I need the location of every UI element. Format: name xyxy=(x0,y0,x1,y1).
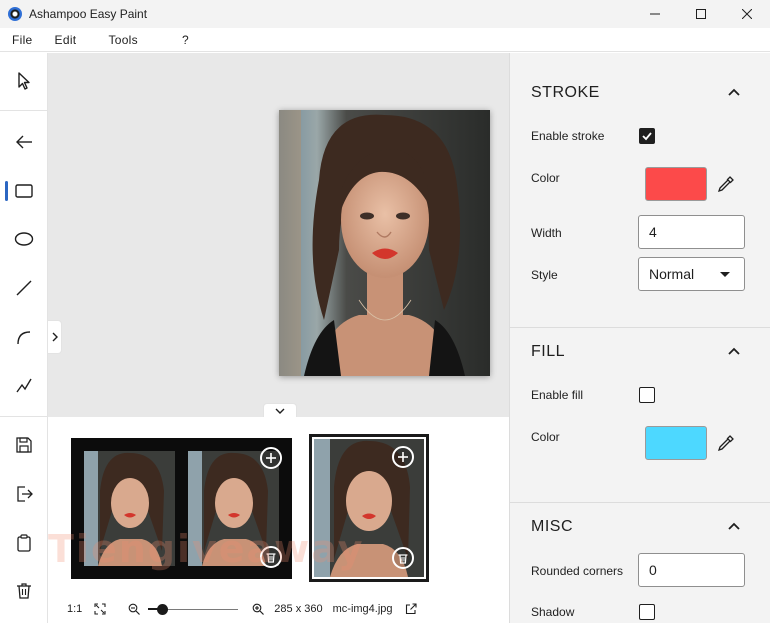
save-tool[interactable] xyxy=(0,425,47,465)
export-icon xyxy=(16,486,33,502)
enable-stroke-label: Enable stroke xyxy=(531,129,605,143)
chevron-up-icon[interactable] xyxy=(727,520,741,534)
zoom-in-button[interactable] xyxy=(252,603,265,615)
fill-section-title: FILL xyxy=(531,343,566,360)
open-external-button[interactable] xyxy=(405,603,417,615)
zoom-slider[interactable] xyxy=(148,603,239,615)
close-button[interactable] xyxy=(724,0,770,28)
title-bar: Ashampoo Easy Paint xyxy=(0,0,770,28)
fit-screen-icon xyxy=(94,603,106,615)
arrow-left-icon xyxy=(15,135,32,149)
drawing-canvas[interactable] xyxy=(48,53,509,417)
clipboard-tool[interactable] xyxy=(0,523,47,563)
chevron-up-icon[interactable] xyxy=(727,345,741,359)
menu-bar: File Edit Tools ? xyxy=(0,28,770,52)
actual-size-button[interactable]: 1:1 xyxy=(67,603,82,615)
rectangle-icon xyxy=(14,184,33,198)
collapse-thumbnails-button[interactable] xyxy=(263,403,297,417)
maximize-button[interactable] xyxy=(678,0,724,28)
enable-fill-label: Enable fill xyxy=(531,388,584,402)
enable-stroke-checkbox[interactable] xyxy=(639,128,655,144)
stroke-width-input[interactable]: 4 xyxy=(638,215,745,249)
status-bar: 1:1 285 x 360 mc-img4.jpg xyxy=(48,595,509,623)
freehand-tool[interactable] xyxy=(0,365,47,405)
window-title: Ashampoo Easy Paint xyxy=(29,7,148,21)
minimize-icon xyxy=(650,13,660,15)
trash-icon xyxy=(398,554,408,564)
curve-icon xyxy=(16,331,30,345)
zoom-slider-thumb[interactable] xyxy=(156,604,168,615)
window-controls xyxy=(632,0,770,28)
menu-edit[interactable]: Edit xyxy=(43,28,87,52)
ellipse-icon xyxy=(14,232,33,246)
section-divider xyxy=(510,327,770,328)
external-link-icon xyxy=(405,603,417,615)
menu-tools[interactable]: Tools xyxy=(86,28,148,52)
arrow-tool[interactable] xyxy=(0,122,47,162)
app-logo-icon xyxy=(8,7,22,21)
image-dimensions: 285 x 360 xyxy=(274,603,323,615)
save-icon xyxy=(15,437,32,453)
thumbnail-add-button[interactable] xyxy=(260,447,282,469)
properties-panel: STROKE Enable stroke Color Width 4 Style… xyxy=(509,53,770,623)
stroke-section-title: STROKE xyxy=(531,84,600,101)
eyedropper-icon[interactable] xyxy=(717,175,735,193)
shadow-label: Shadow xyxy=(531,605,575,619)
fit-to-window-button[interactable] xyxy=(94,603,106,615)
stroke-style-label: Style xyxy=(531,268,558,282)
trash-icon xyxy=(16,583,31,599)
rectangle-tool[interactable] xyxy=(0,171,47,211)
tool-sidebar xyxy=(0,53,48,623)
enable-fill-checkbox[interactable] xyxy=(639,387,655,403)
plus-icon xyxy=(398,452,408,462)
fill-color-label: Color xyxy=(531,430,560,444)
expand-toolbar-button[interactable] xyxy=(48,320,62,354)
export-tool[interactable] xyxy=(0,474,47,514)
misc-section-title: MISC xyxy=(531,518,573,535)
menu-file[interactable]: File xyxy=(0,28,43,52)
plus-icon xyxy=(266,453,276,463)
stroke-style-select[interactable]: Normal xyxy=(638,257,745,291)
delete-tool[interactable] xyxy=(0,571,47,611)
freehand-icon xyxy=(15,378,32,393)
watermark-text: Tiengiveaway xyxy=(48,527,365,571)
chevron-up-icon[interactable] xyxy=(727,86,741,100)
close-icon xyxy=(742,9,752,19)
stroke-width-label: Width xyxy=(531,226,562,240)
thumbnail-add-button[interactable] xyxy=(392,446,414,468)
portrait-photo xyxy=(279,110,490,376)
chevron-down-icon xyxy=(275,408,285,414)
zoom-out-button[interactable] xyxy=(128,603,141,615)
rounded-corners-input[interactable]: 0 xyxy=(638,553,745,587)
clipboard-icon xyxy=(16,534,31,552)
toolbar-divider xyxy=(0,110,47,111)
rounded-corners-label: Rounded corners xyxy=(531,564,624,578)
thumbnail-delete-button[interactable] xyxy=(392,547,414,569)
zoom-in-icon xyxy=(252,603,265,615)
thumbnail-strip: Tiengiveaway xyxy=(48,417,509,595)
canvas-photo[interactable] xyxy=(279,110,490,376)
eyedropper-icon[interactable] xyxy=(717,434,735,452)
stroke-color-label: Color xyxy=(531,171,560,185)
stroke-style-value: Normal xyxy=(649,266,695,282)
curve-tool[interactable] xyxy=(0,317,47,357)
stroke-color-swatch[interactable] xyxy=(645,167,707,201)
minimize-button[interactable] xyxy=(632,0,678,28)
menu-help[interactable]: ? xyxy=(148,28,199,52)
caret-down-icon xyxy=(720,272,730,277)
select-tool[interactable] xyxy=(0,61,47,101)
section-divider xyxy=(510,502,770,503)
chevron-right-icon xyxy=(52,332,58,342)
fill-color-swatch[interactable] xyxy=(645,426,707,460)
ellipse-tool[interactable] xyxy=(0,219,47,259)
maximize-icon xyxy=(696,9,706,19)
line-tool[interactable] xyxy=(0,268,47,308)
image-filename: mc-img4.jpg xyxy=(332,603,393,615)
pointer-icon xyxy=(17,72,30,90)
checkmark-icon xyxy=(642,132,652,141)
toolbar-divider xyxy=(0,416,47,417)
shadow-checkbox[interactable] xyxy=(639,604,655,620)
line-icon xyxy=(16,280,31,296)
zoom-out-icon xyxy=(128,603,141,615)
